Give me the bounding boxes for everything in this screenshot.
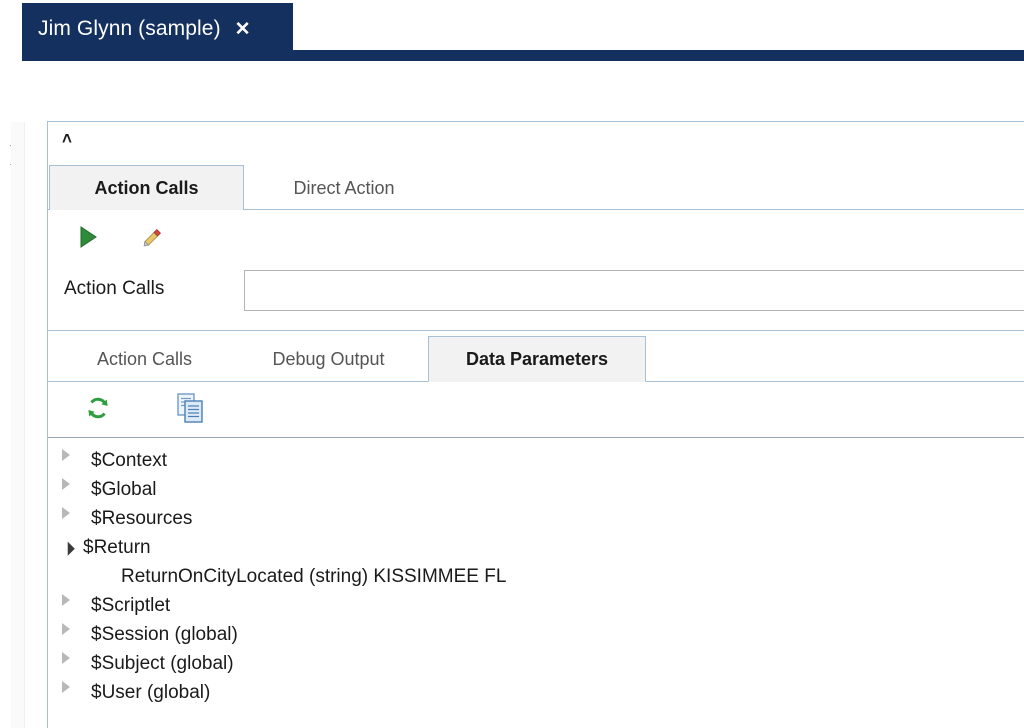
upper-tab-row: Action Calls Direct Action (48, 165, 1024, 211)
tree-node[interactable]: ReturnOnCityLocated (string) KISSIMMEE F… (48, 562, 1024, 591)
upper-toolbar (48, 210, 1024, 270)
tree-node[interactable]: $Global (48, 475, 1024, 504)
tab-lower-action-calls[interactable]: Action Calls (62, 336, 227, 382)
triangle-right-icon[interactable] (62, 506, 80, 531)
titlebar: Jim Glynn (sample) ✕ (0, 0, 1024, 61)
triangle-right-icon[interactable] (62, 651, 80, 676)
document-tab-strip: ❯ Dashboard (Global) Jim Glynn (sample) … (0, 61, 1024, 183)
section-divider (48, 330, 1024, 331)
triangle-right-icon[interactable] (62, 680, 80, 705)
tab-direct-action[interactable]: Direct Action (244, 166, 444, 210)
app-window: Jim Glynn (sample) ✕ ❯ Dashboard (Global… (0, 0, 1024, 728)
close-icon[interactable]: ✕ (235, 20, 251, 39)
triangle-right-icon[interactable] (62, 448, 80, 473)
triangle-right-icon[interactable] (62, 477, 80, 502)
tree-node-label: $Session (global) (91, 623, 238, 645)
tab-action-calls[interactable]: Action Calls (49, 165, 244, 211)
action-calls-input[interactable] (244, 270, 1024, 311)
window-title-label: Jim Glynn (sample) (38, 17, 221, 40)
edit-pencil-icon[interactable] (140, 224, 166, 255)
lower-toolbar (48, 382, 1024, 438)
title-accent-bar (22, 50, 1024, 61)
tab-label: Direct Action (293, 177, 395, 198)
tree-node-label: ReturnOnCityLocated (string) KISSIMMEE F… (121, 565, 507, 587)
debugger-panel: ˄ Action Calls Direct Action Action Call… (47, 121, 1024, 728)
tab-label: Debug Output (272, 348, 385, 369)
tab-debug-output[interactable]: Debug Output (246, 336, 411, 382)
tree-node-label: $Subject (global) (91, 652, 234, 674)
play-icon[interactable] (76, 224, 100, 255)
window-title-tab[interactable]: Jim Glynn (sample) ✕ (22, 3, 293, 55)
left-rail (11, 122, 25, 728)
tree-node[interactable]: $Subject (global) (48, 649, 1024, 678)
tree-node-label: $Context (91, 449, 168, 471)
tree-node-label: $Scriptlet (91, 594, 171, 616)
lower-tab-row: Action Calls Debug Output Data Parameter… (48, 336, 1024, 382)
triangle-right-icon[interactable] (62, 593, 80, 618)
chevron-up-icon[interactable]: ˄ (62, 130, 72, 147)
triangle-down-icon[interactable] (60, 541, 75, 556)
tree-node-label: $Global (91, 478, 157, 500)
tree-node[interactable]: $Scriptlet (48, 591, 1024, 620)
triangle-right-icon[interactable] (62, 622, 80, 647)
action-calls-label: Action Calls (64, 278, 165, 299)
tree-node[interactable]: $Return (48, 533, 1024, 562)
refresh-icon[interactable] (85, 395, 111, 426)
tree-node-label: $Return (83, 536, 151, 558)
panel-collapse-row: ˄ (48, 122, 1024, 166)
tree-node-label: $Resources (91, 507, 193, 529)
tree-node[interactable]: $Resources (48, 504, 1024, 533)
tree-node[interactable]: $User (global) (48, 678, 1024, 707)
tab-label: Action Calls (96, 348, 193, 369)
tab-label: Data Parameters (465, 348, 609, 369)
tab-data-parameters[interactable]: Data Parameters (428, 336, 646, 382)
tree-node[interactable]: $Session (global) (48, 620, 1024, 649)
tree-node-label: $User (global) (91, 681, 211, 703)
copy-icon[interactable] (176, 392, 206, 429)
data-parameters-tree[interactable]: $Context $Global $Resources $Return ReturnOn… (48, 446, 1024, 728)
tree-node[interactable]: $Context (48, 446, 1024, 475)
tab-label: Action Calls (94, 177, 199, 198)
